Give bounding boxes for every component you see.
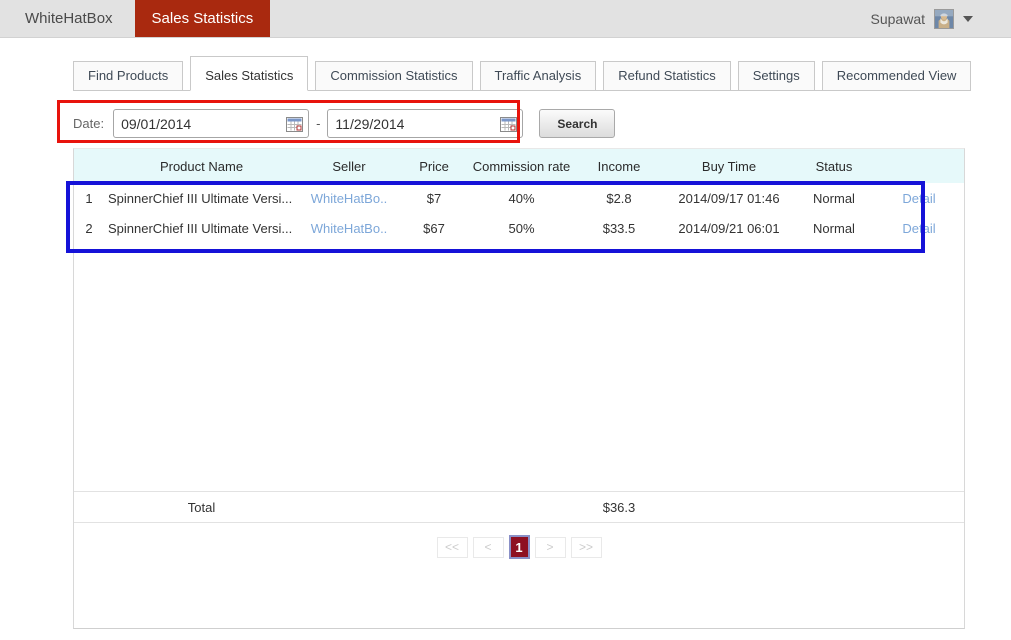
topnav-sales-statistics[interactable]: Sales Statistics [135, 0, 271, 37]
tab-refund-statistics[interactable]: Refund Statistics [603, 61, 731, 91]
pagination: << < 1 > >> [74, 535, 964, 559]
pagination-prev-button[interactable]: < [473, 537, 504, 558]
status-value: Normal [794, 183, 874, 213]
sales-results-panel: Product Name Seller Price Commission rat… [73, 148, 965, 629]
tab-find-products[interactable]: Find Products [73, 61, 183, 91]
col-header-seller: Seller [299, 149, 399, 183]
date-label: Date: [73, 116, 104, 131]
price-value: $67 [399, 213, 469, 243]
col-header-product-name: Product Name [104, 149, 299, 183]
table-header-row: Product Name Seller Price Commission rat… [74, 149, 964, 183]
date-range-separator: - [316, 116, 320, 131]
col-header-commission-rate: Commission rate [469, 149, 574, 183]
user-menu[interactable]: Supawat [871, 0, 973, 37]
buy-time-value: 2014/09/21 06:01 [664, 213, 794, 243]
seller-link[interactable]: WhiteHatBo.. [311, 221, 388, 236]
brand-logo[interactable]: WhiteHatBox [25, 0, 113, 37]
income-value: $33.5 [574, 213, 664, 243]
col-header-price: Price [399, 149, 469, 183]
tab-traffic-analysis[interactable]: Traffic Analysis [480, 61, 597, 91]
col-header-detail [874, 149, 964, 183]
commission-rate-value: 40% [469, 183, 574, 213]
income-value: $2.8 [574, 183, 664, 213]
pagination-first-button[interactable]: << [437, 537, 468, 558]
tab-bar: Find Products Sales Statistics Commissio… [73, 59, 965, 91]
total-row: Total $36.3 [74, 491, 964, 523]
date-to-box [327, 109, 523, 138]
detail-link[interactable]: Detail [902, 221, 935, 236]
topbar: WhiteHatBox Sales Statistics Supawat [0, 0, 1011, 38]
pagination-next-button[interactable]: > [535, 537, 566, 558]
status-value: Normal [794, 213, 874, 243]
seller-link[interactable]: WhiteHatBo.. [311, 191, 388, 206]
tab-recommended-view[interactable]: Recommended View [822, 61, 972, 91]
calendar-icon[interactable] [286, 116, 303, 132]
search-button[interactable]: Search [539, 109, 615, 138]
pagination-current-page[interactable]: 1 [509, 535, 530, 559]
calendar-icon[interactable] [500, 116, 517, 132]
row-index: 2 [74, 213, 104, 243]
tab-settings[interactable]: Settings [738, 61, 815, 91]
tab-sales-statistics[interactable]: Sales Statistics [190, 56, 308, 91]
product-name: SpinnerChief III Ultimate Versi... [104, 183, 299, 213]
user-menu-chevron-down-icon[interactable] [963, 16, 973, 22]
commission-rate-value: 50% [469, 213, 574, 243]
price-value: $7 [399, 183, 469, 213]
tab-commission-statistics[interactable]: Commission Statistics [315, 61, 472, 91]
col-header-buy-time: Buy Time [664, 149, 794, 183]
col-header-income: Income [574, 149, 664, 183]
table-row: 2 SpinnerChief III Ultimate Versi... Whi… [74, 213, 964, 243]
date-to-input[interactable] [335, 116, 500, 132]
table-empty-space [74, 243, 964, 491]
date-filter-row: Date: - Search [73, 109, 615, 138]
table-row: 1 SpinnerChief III Ultimate Versi... Whi… [74, 183, 964, 213]
date-from-input[interactable] [121, 116, 286, 132]
detail-link[interactable]: Detail [902, 191, 935, 206]
pagination-last-button[interactable]: >> [571, 537, 602, 558]
sales-table: Product Name Seller Price Commission rat… [74, 149, 964, 243]
product-name: SpinnerChief III Ultimate Versi... [104, 213, 299, 243]
total-income-value: $36.3 [574, 492, 664, 523]
total-label: Total [104, 492, 299, 523]
user-avatar[interactable] [934, 9, 954, 29]
row-index: 1 [74, 183, 104, 213]
buy-time-value: 2014/09/17 01:46 [664, 183, 794, 213]
col-header-index [74, 149, 104, 183]
user-name: Supawat [871, 11, 925, 27]
date-from-box [113, 109, 309, 138]
col-header-status: Status [794, 149, 874, 183]
